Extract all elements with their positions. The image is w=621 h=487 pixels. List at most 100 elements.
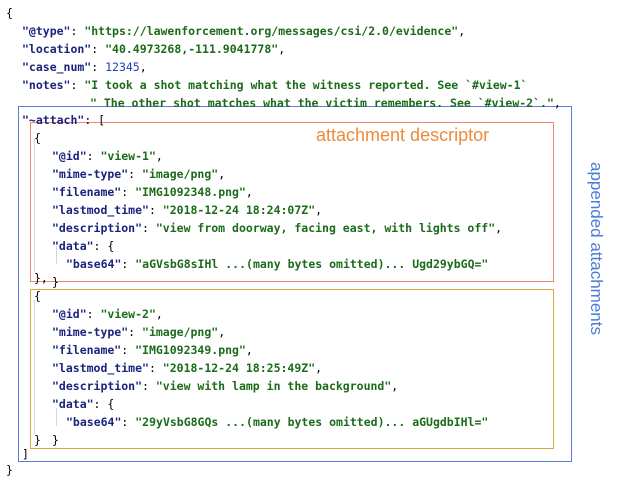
code-line: }, <box>34 269 48 287</box>
attachment-descriptor-label: attachment descriptor <box>316 125 490 145</box>
code-line: } <box>34 431 41 449</box>
json-punctuation: : <box>121 343 136 357</box>
code-line: ] <box>22 445 29 463</box>
code-line: "lastmod_time": "2018-12-24 18:25:49Z", <box>52 359 322 377</box>
code-line: "filename": "IMG1092348.png", <box>52 183 253 201</box>
json-string: "view from doorway, facing east, with li… <box>155 221 496 235</box>
json-key: "filename" <box>52 185 122 199</box>
json-string: "2018-12-24 18:24:07Z" <box>162 203 316 217</box>
json-key: "data" <box>52 239 94 253</box>
json-punctuation: } <box>52 433 59 447</box>
json-punctuation: : <box>91 60 106 74</box>
code-line: } <box>52 273 59 291</box>
json-punctuation: , <box>278 42 286 56</box>
appended-attachments-label: appended attachments <box>587 162 606 335</box>
json-punctuation: , <box>245 185 253 199</box>
json-punctuation: : <box>121 415 136 429</box>
json-string: "aGVsbG8sIHl ...(many bytes omitted)... … <box>135 257 489 271</box>
json-punctuation: }, <box>34 271 48 285</box>
json-punctuation: : <box>91 42 106 56</box>
json-punctuation: { <box>34 289 41 303</box>
code-line: "location": "40.4973268,-111.9041778", <box>22 40 285 58</box>
json-punctuation: , <box>315 361 323 375</box>
json-punctuation: , <box>315 203 323 217</box>
json-punctuation: : <box>142 379 156 393</box>
json-string: "image/png" <box>142 325 219 339</box>
json-string: "I took a shot matching what the witness… <box>84 78 528 92</box>
json-punctuation: , <box>391 379 399 393</box>
json-punctuation: : <box>121 185 136 199</box>
code-line: "filename": "IMG1092349.png", <box>52 341 253 359</box>
json-punctuation: : <box>86 307 101 321</box>
json-punctuation: { <box>34 131 41 145</box>
json-punctuation: : <box>86 149 101 163</box>
json-key: "~attach" <box>22 113 85 127</box>
code-line: "description": "view with lamp in the ba… <box>52 377 398 395</box>
json-key: "description" <box>52 379 143 393</box>
json-key: "@id" <box>52 149 87 163</box>
json-diagram: { "@type": "https://lawenforcement.org/me… <box>0 0 621 487</box>
json-string: "https://lawenforcement.org/messages/csi… <box>84 24 459 38</box>
json-string: " The other shot matches what the victim… <box>90 96 554 110</box>
indent-guide <box>34 138 35 272</box>
code-line: " The other shot matches what the victim… <box>90 94 561 112</box>
json-punctuation: , <box>245 343 253 357</box>
code-line: "lastmod_time": "2018-12-24 18:24:07Z", <box>52 201 322 219</box>
code-line: "~attach": [ <box>22 111 105 129</box>
code-line: "data": { <box>52 395 114 413</box>
json-punctuation: } <box>52 275 59 289</box>
json-key: "@id" <box>52 307 87 321</box>
code-line: { <box>34 129 41 147</box>
json-string: "40.4973268,-111.9041778" <box>105 42 279 56</box>
json-punctuation: : <box>128 167 143 181</box>
code-line: "data": { <box>52 237 114 255</box>
json-string: "view-1" <box>100 149 156 163</box>
json-punctuation: , <box>218 325 226 339</box>
json-punctuation: : <box>142 221 156 235</box>
indent-guide <box>34 300 35 434</box>
json-punctuation: , <box>155 307 163 321</box>
code-line: { <box>34 287 41 305</box>
code-line: "@id": "view-1", <box>52 147 163 165</box>
json-key: "lastmod_time" <box>52 203 149 217</box>
json-key: "base64" <box>66 415 122 429</box>
json-string: "view-2" <box>100 307 156 321</box>
json-key: "filename" <box>52 343 122 357</box>
json-string: "2018-12-24 18:25:49Z" <box>162 361 316 375</box>
code-line: { <box>6 4 13 22</box>
code-line: "description": "view from doorway, facin… <box>52 219 502 237</box>
json-punctuation: : { <box>93 397 115 411</box>
json-punctuation: , <box>495 221 503 235</box>
json-number: 12345 <box>105 60 140 74</box>
code-line: "notes": "I took a shot matching what th… <box>22 76 527 94</box>
json-punctuation: , <box>139 60 147 74</box>
json-key: "notes" <box>22 78 71 92</box>
code-line: "mime-type": "image/png", <box>52 323 225 341</box>
json-punctuation: : <box>148 203 163 217</box>
code-line: "@id": "view-2", <box>52 305 163 323</box>
json-punctuation: { <box>6 6 13 20</box>
json-punctuation: : <box>70 78 85 92</box>
code-line: "mime-type": "image/png", <box>52 165 225 183</box>
code-line: "base64": "29yVsbG8GQs ...(many bytes om… <box>66 413 488 431</box>
json-punctuation: , <box>155 149 163 163</box>
json-string: "view with lamp in the background" <box>155 379 392 393</box>
json-punctuation: } <box>6 463 13 477</box>
json-string: "image/png" <box>142 167 219 181</box>
json-key: "description" <box>52 221 143 235</box>
json-key: "mime-type" <box>52 167 129 181</box>
json-punctuation: , <box>553 96 561 110</box>
json-punctuation: ] <box>22 447 29 461</box>
json-punctuation: : <box>121 257 136 271</box>
json-string: "IMG1092348.png" <box>135 185 246 199</box>
json-punctuation: : [ <box>84 113 106 127</box>
json-string: "29yVsbG8GQs ...(many bytes omitted)... … <box>135 415 489 429</box>
json-punctuation: , <box>458 24 466 38</box>
code-line: } <box>52 431 59 449</box>
code-line: "case_num": 12345, <box>22 58 147 76</box>
code-line: "@type": "https://lawenforcement.org/mes… <box>22 22 465 40</box>
json-punctuation: : <box>148 361 163 375</box>
json-key: "mime-type" <box>52 325 129 339</box>
json-punctuation: , <box>218 167 226 181</box>
json-key: "base64" <box>66 257 122 271</box>
